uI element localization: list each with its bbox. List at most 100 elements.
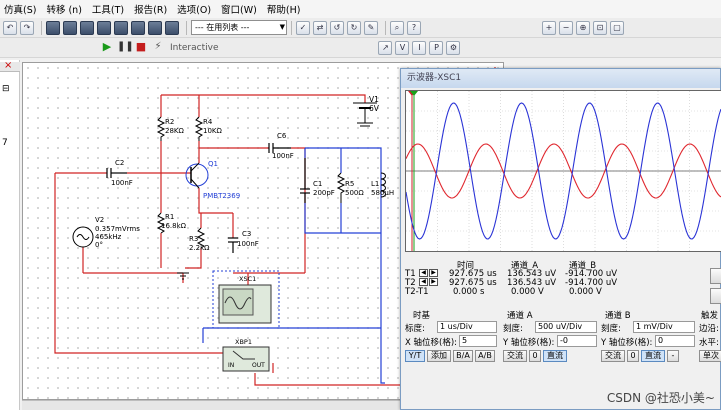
label-v2-value: 0.357mVrms [95, 225, 140, 233]
csdn-watermark: CSDN @社恐小美~ [606, 391, 715, 405]
label-r1-name: R1 [165, 213, 175, 221]
label-v1-name: V1 [369, 95, 379, 104]
label-r2-name: R2 [165, 118, 175, 126]
zoom-full-icon[interactable]: ▢ [610, 20, 624, 35]
cursor-readout: 时间 通道_A 通道_B T1 ◀ ▶ 927.675 us 136.543 u… [405, 259, 705, 299]
channel-b-dc-button[interactable]: 直流 [641, 350, 665, 362]
label-l1-value: 580µH [371, 189, 395, 197]
probe-settings-icon[interactable]: ⚙ [446, 40, 461, 55]
menu-transfer[interactable]: 转移 (n) [46, 2, 81, 16]
channel-b-zero-button[interactable]: 0 [627, 350, 639, 362]
t1-left-arrow-icon[interactable]: ◀ [419, 269, 428, 277]
view-netlist-icon[interactable] [165, 20, 179, 35]
yt-mode-button[interactable]: Y/T [405, 350, 425, 362]
channel-a-zero-button[interactable]: 0 [529, 350, 541, 362]
save-button[interactable] [710, 288, 721, 304]
view-design-icon[interactable] [46, 20, 60, 35]
t2-right-arrow-icon[interactable]: ▶ [429, 278, 438, 286]
probe-tool-icon[interactable]: ↗ [378, 40, 393, 55]
menu-tools[interactable]: 工具(T) [92, 2, 124, 16]
menu-window[interactable]: 窗口(W) [221, 2, 257, 16]
label-c6-name: C6 [277, 132, 287, 140]
channel-b-group: 通道 B 刻度: 1 mV/Div Y 轴位移(格): 0 交流 0 直流 - [601, 309, 701, 365]
menu-reports[interactable]: 报告(R) [134, 2, 167, 16]
view-ercs-icon[interactable] [148, 20, 162, 35]
toolbar-simulation: ▶ ❚❚ ■ ⚡ Interactive ↗ V I P ⚙ [0, 38, 721, 58]
label-bode-in: IN [228, 362, 235, 369]
label-c3-name: C3 [242, 230, 252, 238]
channel-b-header: 通道 B [605, 311, 631, 321]
view-database-icon[interactable] [97, 20, 111, 35]
readout-value: 0.000 s [453, 287, 485, 297]
run-simulation-icon[interactable]: ▶ [100, 40, 114, 55]
undo-icon[interactable]: ↶ [3, 20, 17, 35]
channel-b-invert-button[interactable]: - [667, 350, 679, 362]
menu-help[interactable]: 帮助(H) [267, 2, 301, 16]
oscilloscope-title-bar[interactable]: 示波器-XSC1 [401, 69, 720, 88]
find-icon[interactable]: ⌕ [390, 20, 404, 35]
channel-a-scale-field[interactable]: 500 uV/Div [535, 321, 597, 333]
in-use-list-select[interactable]: --- 在用列表 --- ▼ [191, 20, 287, 35]
add-mode-button[interactable]: 添加 [427, 350, 451, 362]
channel-b-scale-label: 刻度: [601, 324, 621, 334]
probe-current-icon[interactable]: I [412, 40, 427, 55]
close-icon[interactable]: × [4, 60, 12, 71]
oscilloscope-title: 示波器-XSC1 [407, 73, 462, 83]
component-wizard-icon[interactable]: ✎ [364, 20, 378, 35]
trigger-edge-label: 边沿: [699, 324, 719, 334]
bom-icon[interactable]: ✓ [296, 20, 310, 35]
timebase-header: 时基 [413, 311, 431, 321]
zoom-area-icon[interactable]: ⊕ [576, 20, 590, 35]
label-q1-model: PMBT2369 [203, 192, 241, 200]
label-v2-name: V2 [95, 216, 105, 224]
ba-mode-button[interactable]: B/A [453, 350, 473, 362]
pause-simulation-icon[interactable]: ❚❚ [117, 41, 134, 55]
channel-a-ac-button[interactable]: 交流 [503, 350, 527, 362]
timebase-scale-field[interactable]: 1 us/Div [437, 321, 497, 333]
panel-number: 7 [2, 138, 8, 148]
probe-voltage-icon[interactable]: V [395, 40, 410, 55]
transfer-icon[interactable]: ⇄ [313, 20, 327, 35]
probe-power-icon[interactable]: P [429, 40, 444, 55]
zoom-out-icon[interactable]: − [559, 20, 573, 35]
t2-left-arrow-icon[interactable]: ◀ [419, 278, 428, 286]
interactive-label[interactable]: Interactive [170, 43, 218, 53]
view-grapher-icon[interactable] [80, 20, 94, 35]
channel-b-ypos-field[interactable]: 0 [655, 335, 695, 347]
label-r4-value: 10KΩ [203, 127, 222, 135]
trigger-single-button[interactable]: 单次 [699, 350, 721, 362]
view-postprocessor-icon[interactable] [114, 20, 128, 35]
resistor-r2 [156, 116, 166, 141]
channel-a-dc-button[interactable]: 直流 [543, 350, 567, 362]
ab-mode-button[interactable]: A/B [475, 350, 495, 362]
view-breadboard-icon[interactable] [131, 20, 145, 35]
t1-right-arrow-icon[interactable]: ▶ [429, 269, 438, 277]
forward-annotate-icon[interactable]: ↻ [347, 20, 361, 35]
probe-icon[interactable]: ⚡ [151, 41, 165, 55]
label-q1-name: Q1 [208, 160, 218, 168]
tree-node-icon[interactable]: ⊟ [2, 84, 10, 94]
menu-simulate[interactable]: 仿真(S) [4, 2, 36, 16]
label-xbp1: XBP1 [235, 338, 252, 346]
oscilloscope-display[interactable] [405, 90, 721, 252]
channel-b-ac-button[interactable]: 交流 [601, 350, 625, 362]
label-r2-value: 28KΩ [165, 127, 184, 135]
channel-a-ypos-field[interactable]: -0 [557, 335, 597, 347]
timebase-xpos-field[interactable]: 5 [459, 335, 497, 347]
view-spreadsheet-icon[interactable] [63, 20, 77, 35]
redo-icon[interactable]: ↷ [20, 20, 34, 35]
stop-simulation-icon[interactable]: ■ [134, 40, 148, 55]
menu-options[interactable]: 选项(O) [177, 2, 211, 16]
chevron-down-icon: ▼ [279, 23, 285, 31]
zoom-fit-icon[interactable]: ⊡ [593, 20, 607, 35]
channel-b-scale-field[interactable]: 1 mV/Div [633, 321, 695, 333]
back-annotate-icon[interactable]: ↺ [330, 20, 344, 35]
ac-source-v2 [72, 226, 94, 248]
zoom-in-icon[interactable]: + [542, 20, 556, 35]
label-c1-name: C1 [313, 180, 323, 188]
reverse-button[interactable] [710, 268, 721, 284]
help-icon[interactable]: ? [407, 20, 421, 35]
label-r5-name: R5 [345, 180, 355, 188]
oscilloscope-instrument [218, 284, 272, 324]
channel-a-header: 通道 A [507, 311, 533, 321]
